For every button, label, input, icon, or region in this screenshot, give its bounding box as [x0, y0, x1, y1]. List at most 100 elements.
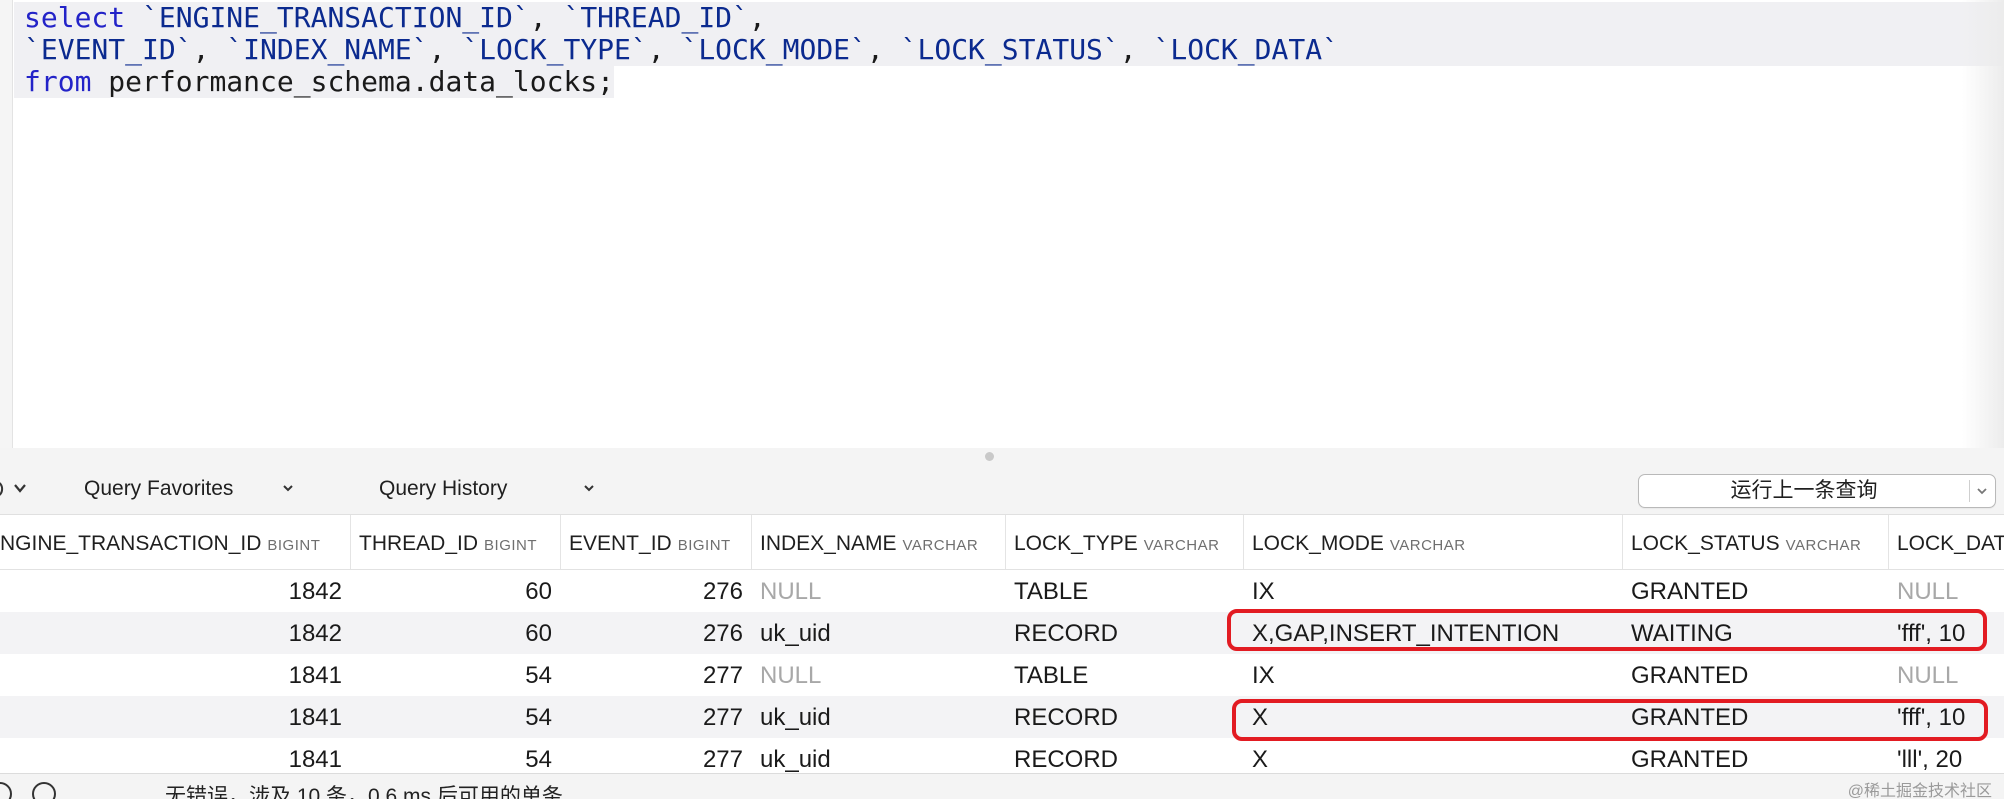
sql-identifier: `INDEX_NAME` [226, 33, 429, 66]
sql-text: , [1119, 33, 1154, 66]
table-cell[interactable]: 277 [561, 696, 752, 738]
more-options-icon[interactable] [32, 782, 56, 799]
button-divider [1969, 480, 1970, 502]
chevron-down-icon[interactable] [1976, 485, 1988, 497]
column-name: NGINE_TRANSACTION_ID [0, 532, 262, 555]
column-header-event-id[interactable]: EVENT_ID BIGINT [561, 515, 752, 569]
column-name: LOCK_TYPE [1014, 532, 1138, 555]
column-header-index-name[interactable]: INDEX_NAME VARCHAR [752, 515, 1006, 569]
query-history-label: Query History [379, 477, 508, 500]
sql-text: , [529, 1, 564, 34]
sql-editor[interactable]: select `ENGINE_TRANSACTION_ID`, `THREAD_… [0, 0, 2004, 449]
table-cell[interactable]: 1841 [0, 696, 351, 738]
run-previous-query-button[interactable]: 运行上一条查询 [1638, 474, 1996, 508]
table-cell[interactable]: 60 [351, 570, 561, 612]
table-cell[interactable]: 54 [351, 738, 561, 773]
code-line[interactable]: from performance_schema.data_locks; [24, 66, 614, 98]
table-cell[interactable]: 276 [561, 612, 752, 654]
grid-header: NGINE_TRANSACTION_ID BIGINT THREAD_ID BIGIN… [0, 515, 2004, 570]
column-header-lock-type[interactable]: LOCK_TYPE VARCHAR [1006, 515, 1244, 569]
column-type: BIGINT [267, 537, 321, 554]
table-cell[interactable]: GRANTED [1623, 738, 1889, 773]
menu-chevron-down-icon [0, 482, 26, 496]
table-cell[interactable]: uk_uid [752, 738, 1006, 773]
column-header-lock-data[interactable]: LOCK_DAT [1889, 515, 2004, 569]
table-cell[interactable]: RECORD [1006, 612, 1244, 654]
column-type: BIGINT [484, 537, 538, 554]
query-history-button[interactable]: Query History [379, 464, 507, 514]
sql-identifier: `LOCK_MODE` [681, 33, 867, 66]
table-cell[interactable]: 276 [561, 570, 752, 612]
sql-identifier: `LOCK_TYPE` [462, 33, 648, 66]
sql-keyword: from [24, 65, 92, 98]
table-cell[interactable]: TABLE [1006, 570, 1244, 612]
column-name: EVENT_ID [569, 532, 672, 555]
query-menu-button[interactable] [0, 464, 34, 514]
column-name: LOCK_STATUS [1631, 532, 1780, 555]
highlight-box [1232, 699, 1988, 741]
column-type: VARCHAR [902, 537, 979, 554]
splitter-handle-icon[interactable] [985, 452, 994, 461]
run-previous-query-label: 运行上一条查询 [1730, 479, 1878, 502]
table-cell[interactable]: IX [1244, 654, 1623, 696]
sql-identifier: `LOCK_STATUS` [900, 33, 1120, 66]
column-type: VARCHAR [1143, 537, 1220, 554]
sql-text: , [748, 1, 766, 34]
table-cell[interactable]: NULL [1889, 654, 2004, 696]
sql-text: , [866, 33, 901, 66]
table-cell[interactable]: 1842 [0, 612, 351, 654]
editor-gutter [0, 0, 13, 448]
chevron-down-icon[interactable] [282, 482, 294, 494]
table-cell[interactable]: X [1244, 738, 1623, 773]
table-cell[interactable]: uk_uid [752, 612, 1006, 654]
column-type: VARCHAR [1785, 537, 1862, 554]
sql-keyword: select [24, 1, 126, 34]
pane-splitter[interactable] [0, 448, 2004, 464]
table-cell[interactable]: 'lll', 20 [1889, 738, 2004, 773]
sql-text: , [428, 33, 463, 66]
table-cell[interactable]: IX [1244, 570, 1623, 612]
table-cell[interactable]: 1842 [0, 570, 351, 612]
table-cell[interactable]: RECORD [1006, 696, 1244, 738]
table-cell[interactable]: 54 [351, 654, 561, 696]
table-row[interactable]: 1841 54 277 NULL TABLE IX GRANTED NULL [0, 654, 2004, 696]
table-cell[interactable]: RECORD [1006, 738, 1244, 773]
status-message: 无错误，涉及 10 条，0.6 ms 后可用的单条 [165, 785, 563, 799]
table-cell[interactable]: NULL [752, 570, 1006, 612]
sql-text: , [647, 33, 682, 66]
editor-scroll-shade [1962, 0, 2004, 448]
table-row[interactable]: 1841 54 277 uk_uid RECORD X GRANTED'lll', 20 [0, 738, 2004, 773]
table-cell[interactable]: 60 [351, 612, 561, 654]
column-header-thread-id[interactable]: THREAD_ID BIGINT [351, 515, 561, 569]
sql-identifier: `ENGINE_TRANSACTION_ID` [142, 1, 530, 34]
column-name: LOCK_DAT [1897, 532, 2004, 555]
column-type: BIGINT [677, 537, 731, 554]
table-cell[interactable]: 1841 [0, 738, 351, 773]
sql-identifier: `LOCK_DATA` [1153, 33, 1339, 66]
column-header-lock-mode[interactable]: LOCK_MODE VARCHAR [1244, 515, 1623, 569]
table-cell[interactable]: 277 [561, 654, 752, 696]
highlight-box [1227, 609, 1987, 651]
table-cell[interactable]: TABLE [1006, 654, 1244, 696]
table-cell[interactable]: NULL [752, 654, 1006, 696]
result-grid: NGINE_TRANSACTION_ID BIGINT THREAD_ID BIGIN… [0, 515, 2004, 773]
code-line[interactable]: `EVENT_ID`, `INDEX_NAME`, `LOCK_TYPE`, `… [24, 34, 1339, 66]
column-name: LOCK_MODE [1252, 532, 1384, 555]
table-row[interactable]: 1842 60 276 NULL TABLE IX GRANTED NULL [0, 570, 2004, 612]
code-line[interactable]: select `ENGINE_TRANSACTION_ID`, `THREAD_… [24, 2, 766, 34]
table-cell[interactable]: 1841 [0, 654, 351, 696]
column-header-engine-transaction-id[interactable]: NGINE_TRANSACTION_ID BIGINT [0, 515, 351, 569]
column-header-lock-status[interactable]: LOCK_STATUS VARCHAR [1623, 515, 1889, 569]
chevron-down-icon[interactable] [583, 482, 595, 494]
query-favorites-button[interactable]: Query Favorites [84, 464, 233, 514]
sql-text: performance_schema.data_locks; [91, 65, 615, 98]
table-cell[interactable]: uk_uid [752, 696, 1006, 738]
status-icon[interactable] [0, 782, 12, 799]
table-cell[interactable]: 277 [561, 738, 752, 773]
table-cell[interactable]: 54 [351, 696, 561, 738]
table-cell[interactable]: GRANTED [1623, 570, 1889, 612]
table-cell[interactable]: GRANTED [1623, 654, 1889, 696]
table-cell[interactable]: NULL [1889, 570, 2004, 612]
status-bar: 无错误，涉及 10 条，0.6 ms 后可用的单条 @稀土掘金技术社区 [0, 773, 2004, 799]
